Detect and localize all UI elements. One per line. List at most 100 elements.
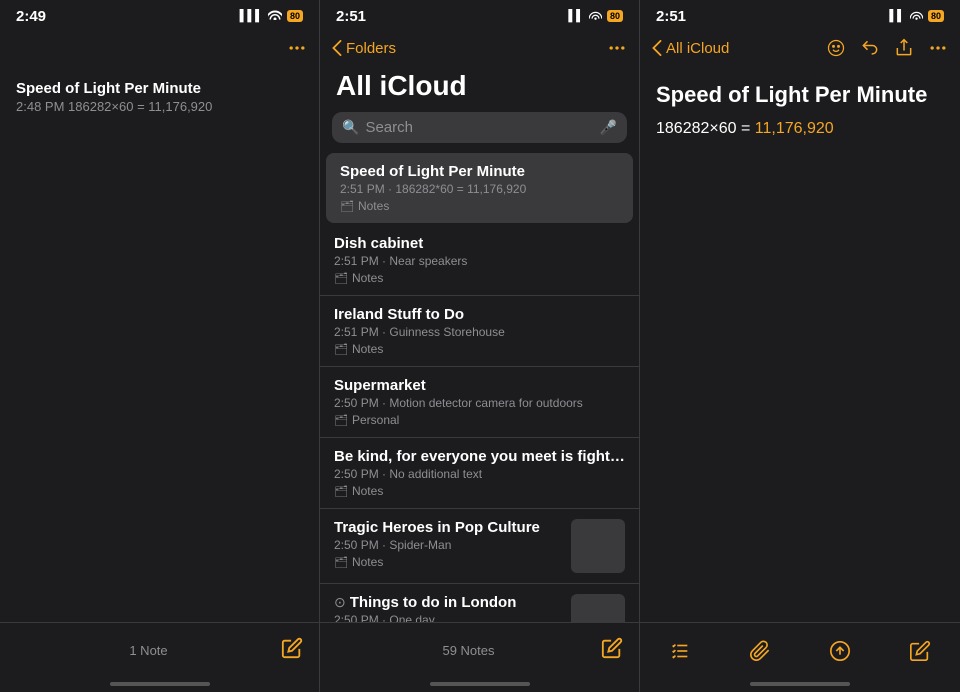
middle-back-button[interactable]: Folders bbox=[332, 40, 396, 57]
note-meta-5: 2:50 PM · Spider-Man bbox=[334, 538, 571, 552]
body-highlight: 11,176,920 bbox=[755, 120, 834, 137]
folder-label-5: Notes bbox=[352, 555, 383, 569]
middle-signal-icon: ▌▌ bbox=[568, 10, 584, 22]
left-bottom-bar: 1 Note bbox=[0, 622, 319, 678]
note-folder-row-2: 🗂 Notes bbox=[334, 342, 625, 356]
right-back-button[interactable]: All iCloud bbox=[652, 40, 729, 57]
middle-more-button[interactable] bbox=[607, 38, 627, 58]
note-item-3[interactable]: Supermarket 2:50 PM · Motion detector ca… bbox=[320, 367, 639, 438]
middle-status-icons: ▌▌ 80 bbox=[568, 10, 623, 23]
middle-compose-button[interactable] bbox=[601, 637, 623, 665]
note-folder-row-5: 🗂 Notes bbox=[334, 555, 571, 569]
note-title-row-6: ⊙ Things to do in London bbox=[334, 594, 571, 611]
note-item-6-flex: ⊙ Things to do in London 2:50 PM · One d… bbox=[334, 594, 625, 622]
middle-time: 2:51 bbox=[336, 8, 366, 25]
folder-label-2: Notes bbox=[352, 342, 383, 356]
right-time: 2:51 bbox=[656, 8, 686, 25]
note-title-3: Supermarket bbox=[334, 377, 625, 394]
note-text-5: Tragic Heroes in Pop Culture 2:50 PM · S… bbox=[334, 519, 571, 569]
body-prefix: 186282×60 = bbox=[656, 120, 755, 137]
right-note-body[interactable]: 186282×60 = 11,176,920 bbox=[656, 120, 944, 138]
note-item-5-flex: Tragic Heroes in Pop Culture 2:50 PM · S… bbox=[334, 519, 625, 573]
right-back-label: All iCloud bbox=[666, 40, 729, 57]
note-item-5[interactable]: Tragic Heroes in Pop Culture 2:50 PM · S… bbox=[320, 509, 639, 584]
shared-icon-6: ⊙ bbox=[334, 594, 346, 611]
right-status-icons: ▌▌ 80 bbox=[889, 10, 944, 23]
left-note-item[interactable]: Speed of Light Per Minute 2:48 PM 186282… bbox=[0, 66, 319, 128]
left-status-bar: 2:49 ▌▌▌ 80 bbox=[0, 0, 319, 30]
right-status-bar: 2:51 ▌▌ 80 bbox=[640, 0, 960, 30]
right-bottom-bar bbox=[640, 622, 960, 678]
note-item-1[interactable]: Dish cabinet 2:51 PM · Near speakers 🗂 N… bbox=[320, 225, 639, 296]
middle-back-label: Folders bbox=[346, 40, 396, 57]
middle-search-bar[interactable]: 🔍 🎤 bbox=[332, 112, 627, 143]
left-note-meta: 2:48 PM 186282×60 = 11,176,920 bbox=[16, 99, 303, 114]
middle-wifi-icon bbox=[589, 10, 602, 23]
middle-bottom-bar: 59 Notes bbox=[320, 622, 639, 678]
undo-button[interactable] bbox=[860, 38, 880, 58]
right-toolbar: All iCloud bbox=[640, 30, 960, 66]
note-title-0: Speed of Light Per Minute bbox=[340, 163, 619, 180]
middle-home-indicator bbox=[320, 678, 639, 692]
left-battery: 80 bbox=[287, 10, 303, 22]
note-meta-0: 2:51 PM · 186282*60 = 11,176,920 bbox=[340, 182, 619, 196]
right-panel: 2:51 ▌▌ 80 All iCloud bbox=[640, 0, 960, 692]
middle-note-list: Speed of Light Per Minute 2:51 PM · 1862… bbox=[320, 153, 639, 622]
folder-label-3: Personal bbox=[352, 413, 399, 427]
note-text-6: ⊙ Things to do in London 2:50 PM · One d… bbox=[334, 594, 571, 622]
note-title-1: Dish cabinet bbox=[334, 235, 625, 252]
paperclip-button[interactable] bbox=[749, 640, 771, 662]
note-title-2: Ireland Stuff to Do bbox=[334, 306, 625, 323]
right-toolbar-icons bbox=[826, 38, 948, 58]
note-meta-2: 2:51 PM · Guinness Storehouse bbox=[334, 325, 625, 339]
note-item-0[interactable]: Speed of Light Per Minute 2:51 PM · 1862… bbox=[326, 153, 633, 223]
left-compose-button[interactable] bbox=[281, 637, 303, 665]
note-title-4: Be kind, for everyone you meet is fighti… bbox=[334, 448, 625, 465]
note-thumbnail-5 bbox=[571, 519, 625, 573]
left-more-button[interactable] bbox=[287, 38, 307, 58]
right-home-indicator bbox=[640, 678, 960, 692]
note-folder-row-1: 🗂 Notes bbox=[334, 271, 625, 285]
left-note-list: Speed of Light Per Minute 2:48 PM 186282… bbox=[0, 66, 319, 622]
note-meta-1: 2:51 PM · Near speakers bbox=[334, 254, 625, 268]
right-spacer bbox=[640, 154, 960, 622]
note-title-5: Tragic Heroes in Pop Culture bbox=[334, 519, 571, 536]
share-button[interactable] bbox=[894, 38, 914, 58]
mic-icon[interactable]: 🎤 bbox=[600, 119, 617, 136]
note-folder-row-3: 🗂 Personal bbox=[334, 413, 625, 427]
note-item-2[interactable]: Ireland Stuff to Do 2:51 PM · Guinness S… bbox=[320, 296, 639, 367]
checklist-button[interactable] bbox=[669, 640, 691, 662]
right-note-content: Speed of Light Per Minute 186282×60 = 11… bbox=[640, 66, 960, 154]
folder-icon-0: 🗂 bbox=[340, 200, 354, 213]
emoji-button[interactable] bbox=[826, 38, 846, 58]
middle-battery: 80 bbox=[607, 10, 623, 22]
middle-status-bar: 2:51 ▌▌ 80 bbox=[320, 0, 639, 30]
left-home-indicator bbox=[0, 678, 319, 692]
send-button[interactable] bbox=[829, 640, 851, 662]
folder-icon-4: 🗂 bbox=[334, 485, 348, 498]
left-panel: 2:49 ▌▌▌ 80 Speed of Light Per Minute 2:… bbox=[0, 0, 320, 692]
right-compose-button[interactable] bbox=[909, 640, 931, 662]
right-signal-icon: ▌▌ bbox=[889, 10, 905, 22]
left-time: 2:49 bbox=[16, 8, 46, 25]
note-item-4[interactable]: Be kind, for everyone you meet is fighti… bbox=[320, 438, 639, 509]
note-meta-4: 2:50 PM · No additional text bbox=[334, 467, 625, 481]
note-thumbnail-6 bbox=[571, 594, 625, 622]
middle-toolbar: Folders bbox=[320, 30, 639, 66]
right-more-button[interactable] bbox=[928, 38, 948, 58]
folder-icon-2: 🗂 bbox=[334, 343, 348, 356]
right-wifi-icon bbox=[910, 10, 923, 23]
right-battery: 80 bbox=[928, 10, 944, 22]
folder-label-4: Notes bbox=[352, 484, 383, 498]
left-status-icons: ▌▌▌ 80 bbox=[240, 9, 303, 23]
left-signal-icon: ▌▌▌ bbox=[240, 10, 263, 22]
note-title-6: Things to do in London bbox=[350, 594, 517, 611]
left-note-count: 1 Note bbox=[129, 643, 167, 658]
search-input[interactable] bbox=[365, 119, 593, 136]
middle-page-title: All iCloud bbox=[320, 66, 639, 112]
left-toolbar bbox=[0, 30, 319, 66]
folder-icon-5: 🗂 bbox=[334, 556, 348, 569]
note-item-6[interactable]: ⊙ Things to do in London 2:50 PM · One d… bbox=[320, 584, 639, 622]
note-meta-6: 2:50 PM · One day bbox=[334, 613, 571, 622]
right-note-title: Speed of Light Per Minute bbox=[656, 82, 944, 108]
